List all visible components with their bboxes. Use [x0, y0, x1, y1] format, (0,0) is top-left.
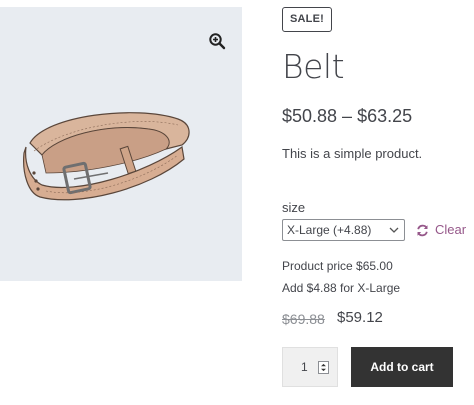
clear-label: Clear	[435, 222, 467, 237]
old-price: $69.88	[282, 311, 325, 327]
product-gallery	[0, 7, 242, 281]
add-to-cart-button[interactable]: Add to cart	[351, 347, 453, 387]
spinner-arrows-icon[interactable]	[318, 361, 329, 374]
price-range: $50.88 – $63.25	[282, 106, 413, 126]
size-select[interactable]: X-Large (+4.88)	[282, 219, 405, 241]
size-label: size	[282, 200, 306, 215]
quantity-value: 1	[301, 360, 308, 374]
addon-product-price: Product price $65.00	[282, 259, 393, 273]
size-select-value: X-Large (+4.88)	[287, 223, 372, 237]
refresh-icon	[417, 224, 428, 236]
quantity-stepper[interactable]: 1	[282, 347, 338, 387]
magnifier-plus-icon[interactable]	[208, 32, 226, 50]
sale-price: $59.12	[337, 309, 383, 326]
product-description: This is a simple product.	[282, 146, 423, 161]
addon-note: Add $4.88 for X-Large	[282, 281, 401, 295]
chevron-down-icon	[389, 227, 399, 233]
sale-badge: SALE!	[282, 7, 332, 32]
belt-image	[23, 112, 190, 201]
product-title: Belt	[282, 47, 345, 86]
clear-variation-link[interactable]: Clear	[416, 221, 466, 239]
